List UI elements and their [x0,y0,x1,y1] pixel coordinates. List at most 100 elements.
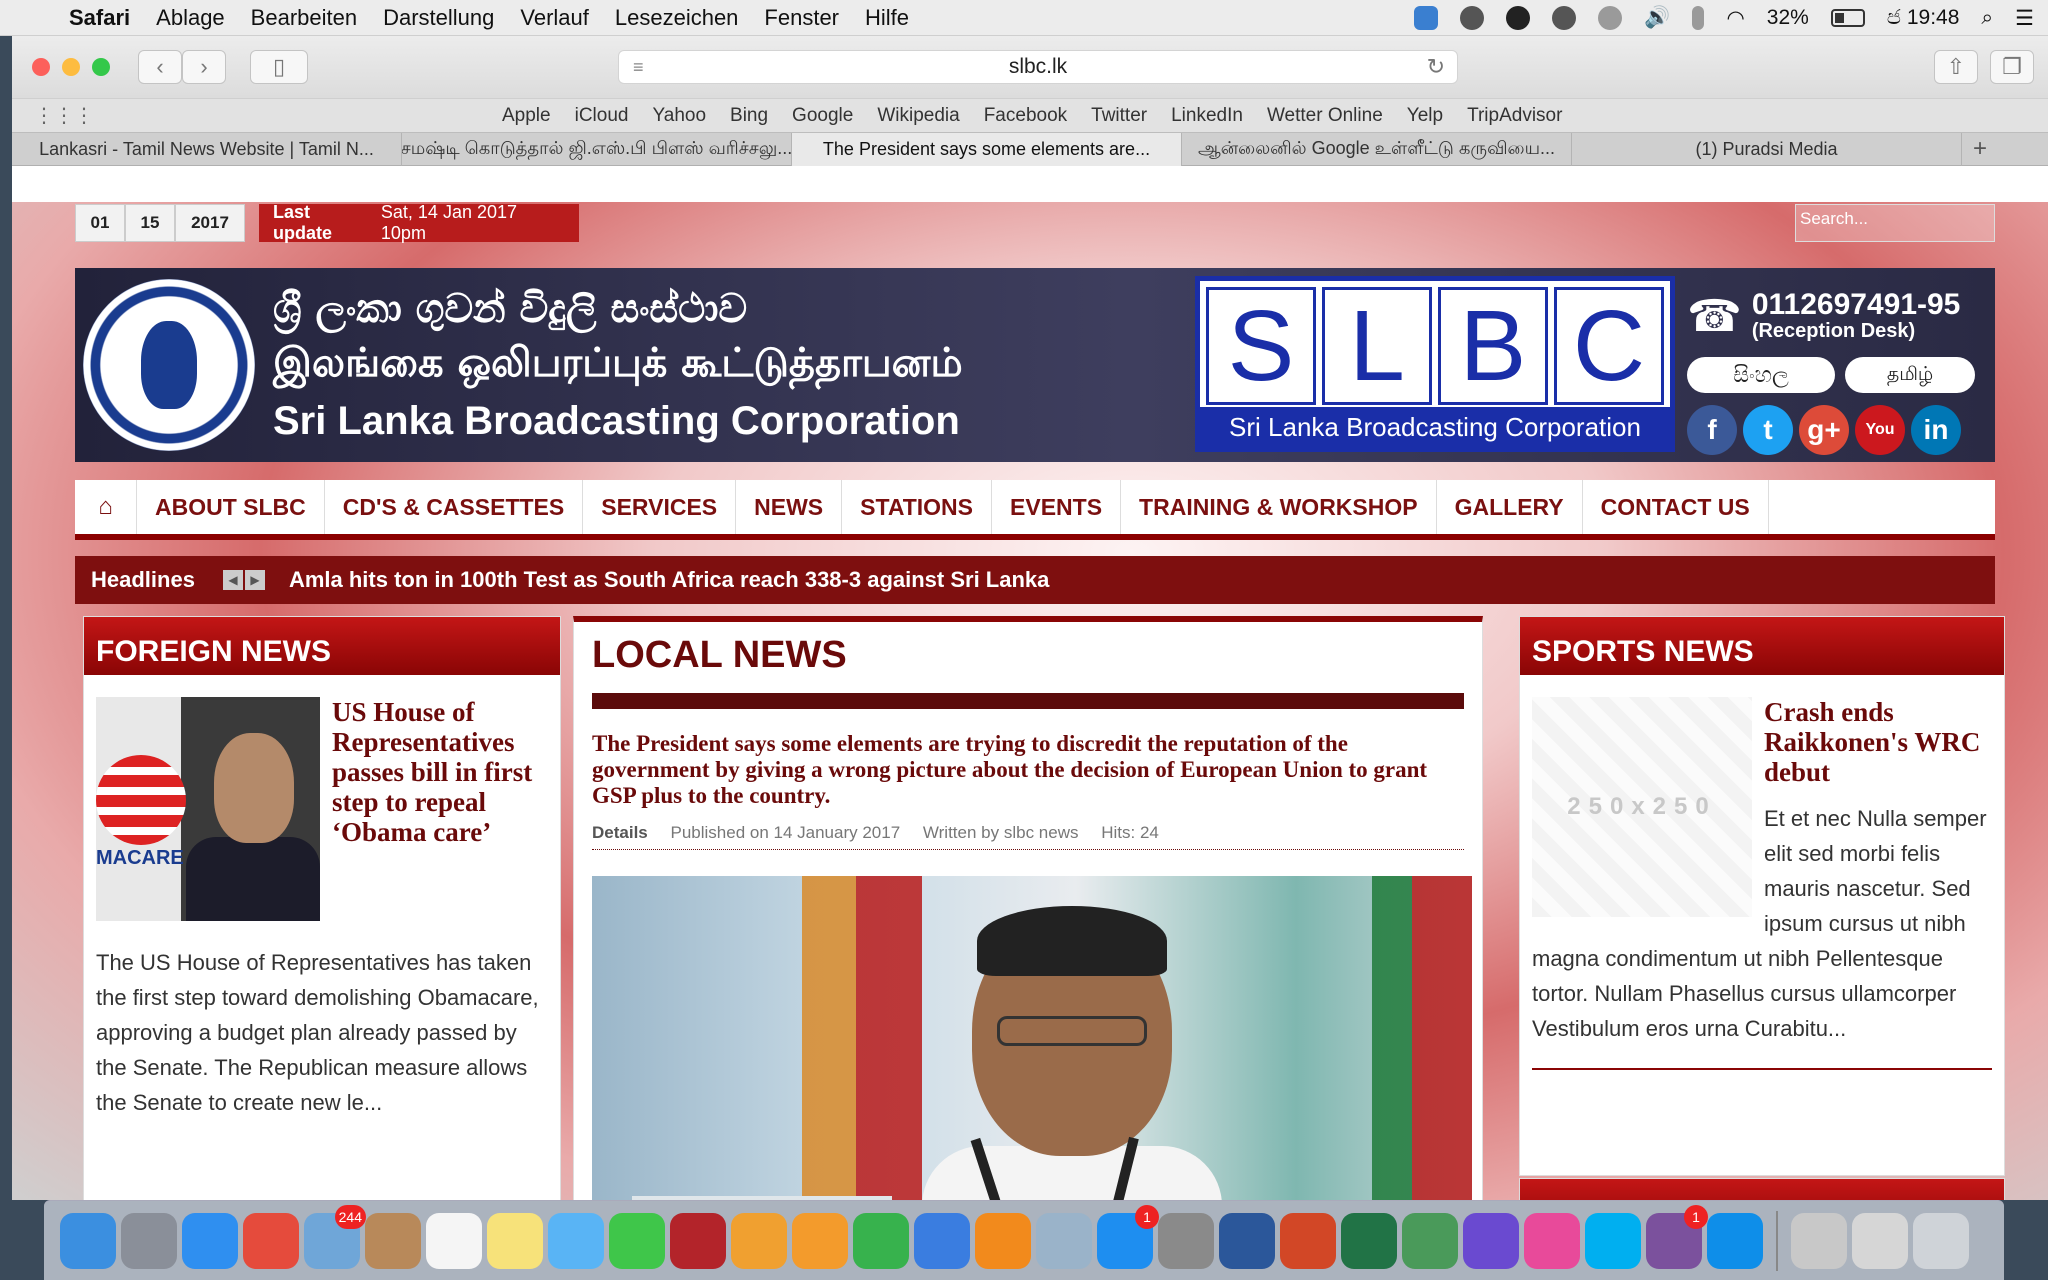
menu-darstellung[interactable]: Darstellung [370,5,507,31]
browser-tab[interactable]: ஆன்லைனில் Google உள்ளீட்டு கருவியை... [1182,133,1572,166]
google-plus-icon[interactable]: g+ [1799,405,1849,455]
clock[interactable]: ජ 19:48 [1887,6,1960,30]
time-machine-icon[interactable] [1598,6,1623,30]
dock-imovie-icon[interactable] [1463,1212,1519,1269]
back-button[interactable]: ‹ [138,50,182,84]
nav-gallery[interactable]: GALLERY [1437,480,1583,534]
bluetooth-icon[interactable] [1692,6,1705,30]
facebook-icon[interactable]: f [1687,405,1737,455]
notification-center-icon[interactable]: ☰ [2015,6,2034,31]
reader-view-icon[interactable]: ≡ [633,57,644,78]
address-bar[interactable]: ≡ slbc.lk ↻ [618,50,1458,84]
favorite-linkedin[interactable]: LinkedIn [1171,105,1243,127]
tabs-overview-button[interactable]: ❐ [1990,50,2034,84]
favorite-facebook[interactable]: Facebook [984,105,1067,127]
nav-contact-us[interactable]: CONTACT US [1583,480,1769,534]
dock-facetime-icon[interactable] [609,1212,665,1269]
ticker-prev-button[interactable]: ◀ [222,570,243,590]
menu-ablage[interactable]: Ablage [143,5,238,31]
browser-tab[interactable]: சமஷ்டி கொடுத்தால் ஜி.எஸ்.பி பிளஸ் வரிச்ச… [402,133,792,166]
dock-mail-draft-icon[interactable] [1852,1212,1908,1269]
dock-itunes-icon[interactable] [1524,1212,1580,1269]
battery-percent[interactable]: 32% [1767,6,1809,30]
slbc-logo[interactable]: S L B C Sri Lanka Broadcasting Corporati… [1195,276,1675,452]
volume-icon[interactable]: 🔊 [1644,6,1670,30]
dock-launchpad-icon[interactable] [121,1212,177,1269]
sidebar-button[interactable]: ▯ [250,50,308,84]
twitter-icon[interactable]: t [1743,405,1793,455]
favorite-tripadvisor[interactable]: TripAdvisor [1467,105,1562,127]
dock-notes-icon[interactable] [487,1212,543,1269]
foreign-news-heading[interactable]: FOREIGN NEWS [84,617,560,675]
nav-events[interactable]: EVENTS [992,480,1122,534]
forward-button[interactable]: › [182,50,226,84]
battery-icon[interactable] [1830,9,1865,27]
favorite-apple[interactable]: Apple [502,105,551,127]
dock-excel-icon[interactable] [1341,1212,1397,1269]
close-window-button[interactable] [32,58,50,76]
dock-trash-icon[interactable] [1913,1212,1969,1269]
dock-calendar-icon[interactable] [426,1212,482,1269]
menu-safari[interactable]: Safari [56,5,143,31]
headline-link[interactable]: Amla hits ton in 100th Test as South Afr… [289,567,1049,593]
browser-tab[interactable]: The President says some elements are... [792,133,1182,166]
dock-photo-booth-icon[interactable] [670,1212,726,1269]
minimize-window-button[interactable] [62,58,80,76]
status-messenger-icon[interactable] [1506,6,1531,30]
favorite-icloud[interactable]: iCloud [575,105,629,127]
top-sites-grid-icon[interactable]: ⋮⋮⋮ [34,103,94,128]
spotlight-search-icon[interactable]: ⌕ [1981,6,1993,30]
site-search-input[interactable]: Search... [1795,204,1995,242]
dock-system-preferences-icon[interactable] [1158,1212,1214,1269]
sports-news-heading[interactable]: SPORTS NEWS [1520,617,2004,675]
dock-viber-icon[interactable]: 1 [1646,1204,1708,1269]
nav-services[interactable]: SERVICES [583,480,737,534]
local-story-photo[interactable] [592,876,1472,1200]
youtube-icon[interactable]: You [1855,405,1905,455]
favorite-wetter-online[interactable]: Wetter Online [1267,105,1383,127]
dock-preview-icon[interactable] [1036,1212,1092,1269]
share-button[interactable]: ⇧ [1934,50,1978,84]
browser-tab[interactable]: Lankasri - Tamil News Website | Tamil N.… [12,133,402,166]
business-news-heading[interactable]: BUSINESS NEWS [1519,1178,2005,1200]
lang-tamil-button[interactable]: தமிழ் [1845,357,1975,393]
favorite-google[interactable]: Google [792,105,853,127]
dock-app-store-icon[interactable]: 1 [1097,1204,1159,1269]
new-tab-button[interactable]: + [1962,133,1998,165]
dock-teamviewer-icon[interactable] [1707,1212,1763,1269]
dock-ibooks-icon[interactable] [975,1212,1031,1269]
dock-mail-icon[interactable]: 244 [304,1204,366,1269]
status-app-icon[interactable] [1414,6,1439,30]
reload-icon[interactable]: ↻ [1427,54,1445,80]
dock-photos-icon[interactable] [731,1212,787,1269]
slbc-seal-logo[interactable] [83,279,255,451]
nav-cd-s-cassettes[interactable]: CD'S & CASSETTES [325,480,584,534]
nav-news[interactable]: NEWS [736,480,843,534]
menu-verlauf[interactable]: Verlauf [507,5,602,31]
wifi-icon[interactable]: ◠ [1726,6,1744,31]
status-vpn-icon[interactable] [1552,6,1577,30]
browser-tab[interactable]: (1) Puradsi Media [1572,133,1962,166]
dock-keynote-icon[interactable] [914,1212,970,1269]
dock-word-icon[interactable] [1219,1212,1275,1269]
favorite-yelp[interactable]: Yelp [1407,105,1443,127]
dock-finder-icon[interactable] [60,1212,116,1269]
dock-chrome-icon[interactable] [243,1212,299,1269]
favorite-twitter[interactable]: Twitter [1091,105,1147,127]
dock-messages-icon[interactable] [548,1212,604,1269]
dock-downloads-globe-icon[interactable] [1402,1212,1458,1269]
nav-about-slbc[interactable]: ABOUT SLBC [137,480,325,534]
nav-training-workshop[interactable]: TRAINING & WORKSHOP [1121,480,1437,534]
local-news-heading[interactable]: LOCAL NEWS [574,622,1482,677]
image-placeholder[interactable]: 250x250 [1532,697,1752,917]
dock-contacts-icon[interactable] [365,1212,421,1269]
linkedin-icon[interactable]: in [1911,405,1961,455]
lang-sinhala-button[interactable]: සිංහල [1687,357,1835,393]
zoom-window-button[interactable] [92,58,110,76]
favorite-bing[interactable]: Bing [730,105,768,127]
menu-fenster[interactable]: Fenster [751,5,852,31]
status-check-icon[interactable] [1460,6,1485,30]
favorite-yahoo[interactable]: Yahoo [652,105,706,127]
nav-stations[interactable]: STATIONS [842,480,993,534]
menu-hilfe[interactable]: Hilfe [852,5,922,31]
